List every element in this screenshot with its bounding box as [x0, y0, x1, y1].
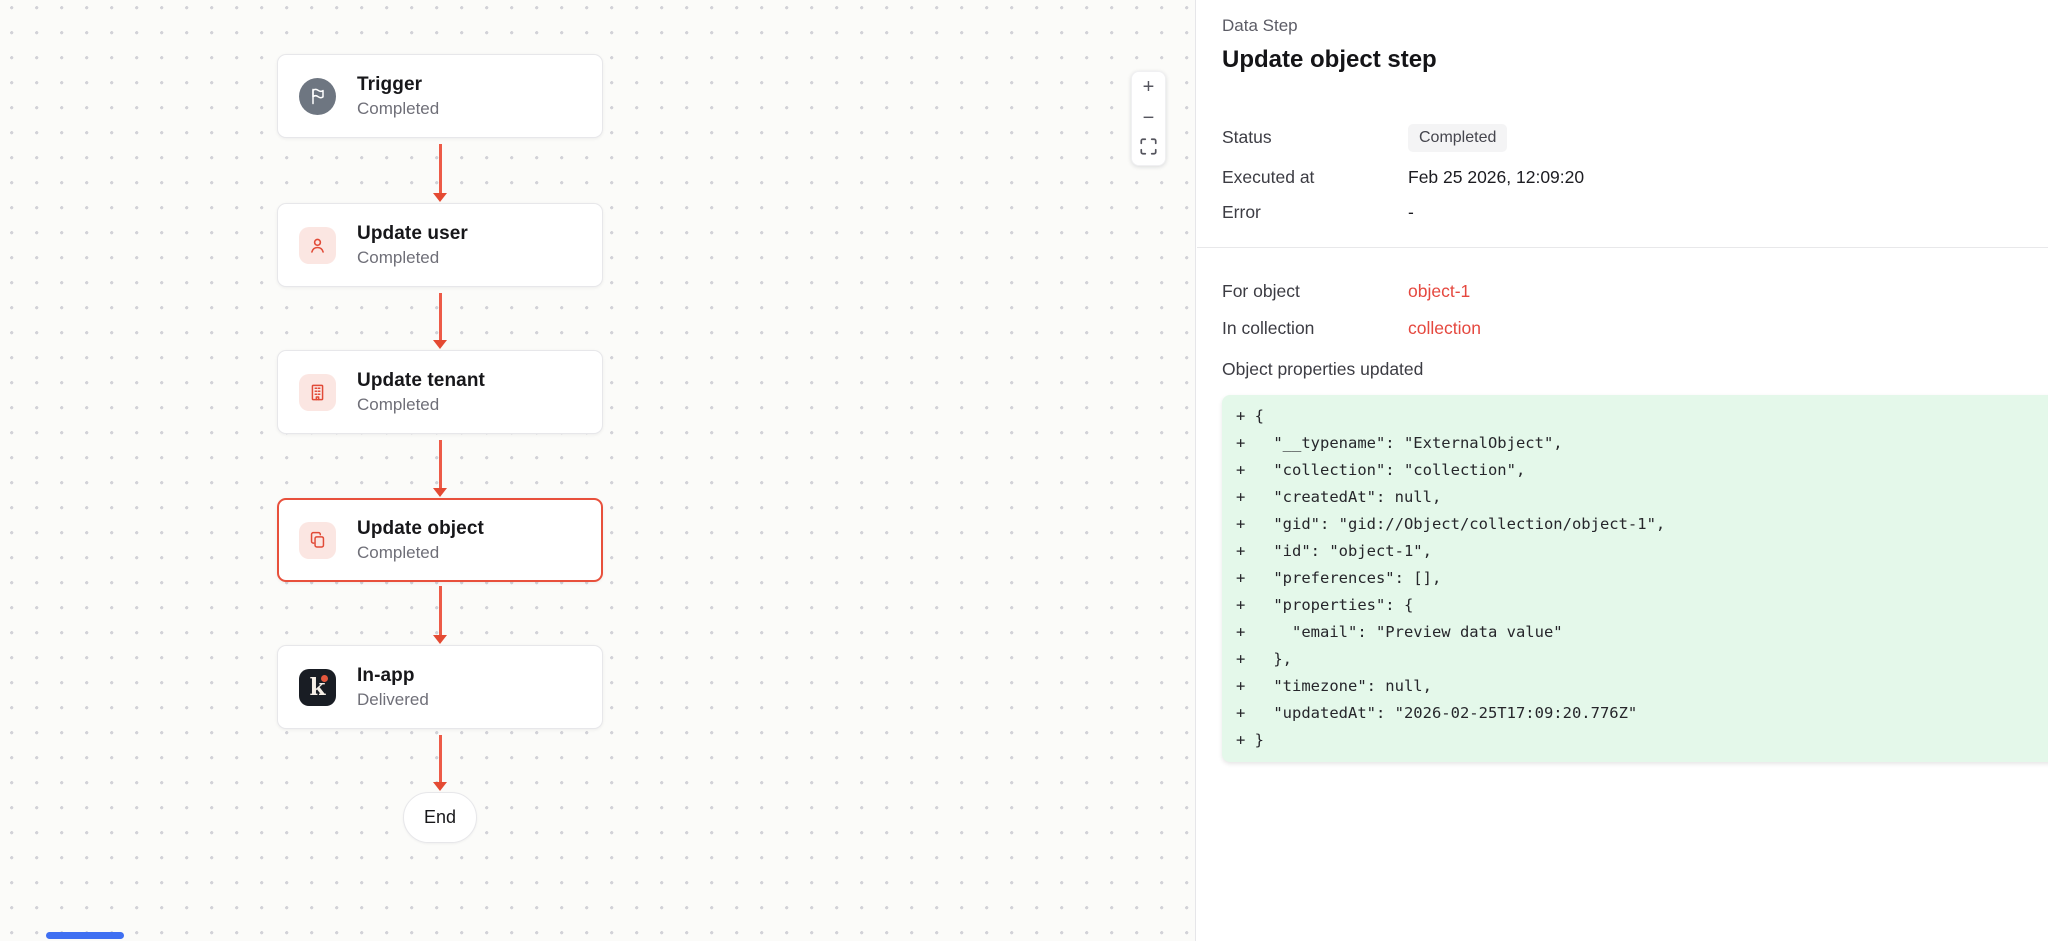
diff-code-block: + { + "__typename": "ExternalObject", + … — [1222, 395, 2048, 762]
for-object-label: For object — [1222, 281, 1408, 302]
node-status: Delivered — [357, 690, 429, 710]
fit-view-button[interactable] — [1132, 134, 1165, 165]
node-title: Update object — [357, 518, 484, 540]
knock-logo-icon: k — [299, 669, 336, 706]
node-status: Completed — [357, 99, 439, 119]
workflow-run-view: Trigger Completed Update user Completed — [0, 0, 2048, 941]
flag-icon — [299, 78, 336, 115]
step-title: Update object step — [1222, 47, 2048, 73]
in-collection-link[interactable]: collection — [1408, 318, 1481, 339]
copy-icon — [299, 522, 336, 559]
diff-heading: Object properties updated — [1222, 358, 2048, 380]
in-collection-row: In collection collection — [1222, 317, 2048, 339]
for-object-row: For object object-1 — [1222, 280, 2048, 302]
node-status: Completed — [357, 543, 484, 563]
status-row: Status Completed — [1222, 123, 2048, 152]
node-update-user[interactable]: Update user Completed — [277, 203, 603, 287]
zoom-in-button[interactable]: + — [1132, 72, 1165, 103]
plus-icon: + — [1143, 76, 1155, 99]
node-title: Trigger — [357, 74, 439, 96]
user-icon — [299, 227, 336, 264]
node-title: Update tenant — [357, 370, 485, 392]
in-collection-label: In collection — [1222, 318, 1408, 339]
step-details-panel: Data Step Update object step Status Comp… — [1197, 0, 2048, 941]
status-label: Status — [1222, 127, 1408, 148]
diff-code: + { + "__typename": "ExternalObject", + … — [1236, 403, 2048, 754]
executed-at-row: Executed at Feb 25 2026, 12:09:20 — [1222, 166, 2048, 188]
executed-at-label: Executed at — [1222, 167, 1408, 188]
flow-arrow — [439, 735, 442, 783]
node-title: Update user — [357, 223, 468, 245]
flow-arrow — [439, 293, 442, 341]
error-row: Error - — [1222, 201, 2048, 223]
for-object-link[interactable]: object-1 — [1408, 281, 1470, 302]
workflow-canvas[interactable]: Trigger Completed Update user Completed — [0, 0, 1196, 941]
error-label: Error — [1222, 202, 1408, 223]
node-title: In-app — [357, 665, 429, 687]
building-icon — [299, 374, 336, 411]
status-badge: Completed — [1408, 124, 1507, 152]
section-divider — [1197, 247, 2048, 248]
step-type-label: Data Step — [1222, 17, 2048, 34]
flow-arrow — [439, 440, 442, 489]
node-in-app[interactable]: k In-app Delivered — [277, 645, 603, 729]
node-update-tenant[interactable]: Update tenant Completed — [277, 350, 603, 434]
zoom-out-button[interactable]: − — [1132, 103, 1165, 134]
fit-view-icon — [1140, 138, 1157, 161]
minus-icon: − — [1143, 107, 1155, 130]
flow-arrow — [439, 144, 442, 194]
node-status: Completed — [357, 248, 468, 268]
node-trigger[interactable]: Trigger Completed — [277, 54, 603, 138]
error-value: - — [1408, 202, 1414, 223]
zoom-controls: + − — [1131, 71, 1166, 166]
node-status: Completed — [357, 395, 485, 415]
executed-at-value: Feb 25 2026, 12:09:20 — [1408, 167, 1584, 188]
horizontal-scrollbar-thumb[interactable] — [46, 932, 124, 939]
node-update-object[interactable]: Update object Completed — [277, 498, 603, 582]
end-node: End — [403, 792, 477, 843]
flow-arrow — [439, 586, 442, 636]
